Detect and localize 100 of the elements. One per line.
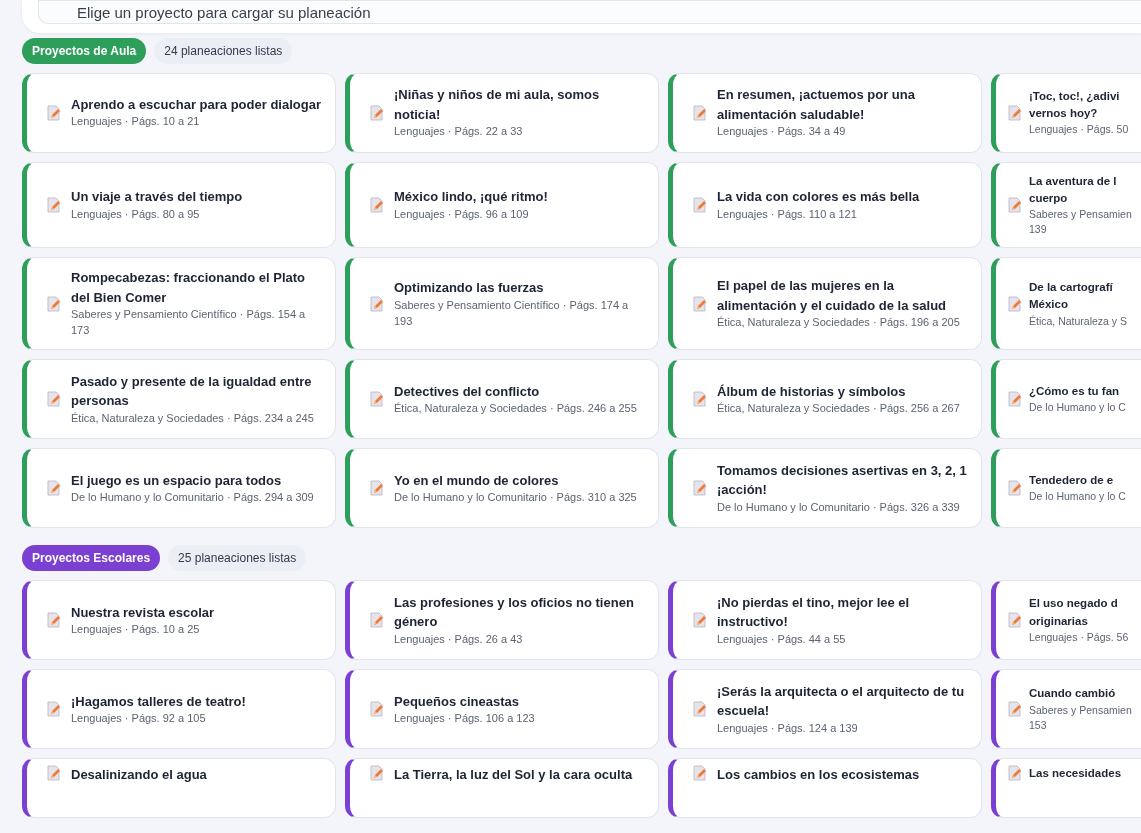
document-pencil-icon (1008, 480, 1022, 497)
card-title: Aprendo a escuchar para poder dialogar (71, 95, 321, 114)
card-title: Las profesiones y los oficios no tienen género (394, 593, 635, 632)
document-pencil-icon (1008, 701, 1022, 718)
card-subtitle: Lenguajes · Págs. 80 a 95 (71, 206, 201, 222)
card-subtitle: Ética, Naturaleza y S (1029, 313, 1128, 329)
project-card[interactable]: Un viaje a través del tiempo Lenguajes · Págs. 80 a 95 (22, 161, 336, 249)
card-subtitle: Lenguajes · Págs. 10 a 25 (71, 622, 201, 638)
card-subtitle: Saberes y Pensamien 153 (1029, 702, 1132, 733)
document-pencil-icon (47, 701, 61, 718)
card-subtitle: De lo Humano y lo Comunitario · Págs. 294 a 309 (71, 490, 314, 506)
project-card[interactable]: Pasado y presente de la igualdad entre personas Ética, Naturaleza y Sociedades · Págs. 234 a 245 (22, 359, 336, 440)
card-title: Tendedero de e (1029, 473, 1115, 489)
card-title: ¿Cómo es tu fan (1029, 384, 1121, 400)
document-pencil-icon (693, 104, 707, 121)
card-title: Pequeños cineastas (394, 692, 520, 711)
card-title: ¡Niñas y niños de mi aula, somos noticia! (394, 86, 601, 124)
card-title: México lindo, ¡qué ritmo! (394, 188, 548, 207)
document-pencil-icon (1008, 104, 1022, 121)
document-pencil-icon (693, 765, 707, 782)
project-card[interactable]: La vida con colores es más bella Lenguajes · Págs. 110 a 121 (668, 161, 982, 249)
card-subtitle: Lenguajes · Págs. 44 a 55 (717, 631, 847, 647)
card-title: La Tierra, la luz del Sol y la cara oculta (394, 766, 633, 785)
count-badge: 25 planeaciones listas (168, 545, 307, 572)
card-subtitle: De lo Humano y lo Comunitario · Págs. 310 a 325 (394, 490, 637, 506)
project-card[interactable]: En resumen, ¡actuemos por una alimentación saludable! Lenguajes · Págs. 34 a 49 (668, 72, 982, 153)
card-subtitle: Lenguajes · Págs. 92 a 105 (71, 711, 207, 727)
card-title: En resumen, ¡actuemos por una alimentación saludable! (717, 86, 916, 124)
project-card[interactable]: El uso negado d originarias Lenguajes · Págs. 56 (991, 580, 1141, 661)
project-card[interactable]: Pequeños cineastas Lenguajes · Págs. 106 a 123 (345, 669, 659, 750)
section-badge: Proyectos Escolares (22, 545, 161, 572)
card-subtitle: Ética, Naturaleza y Sociedades · Págs. 256 a 267 (717, 401, 960, 417)
card-title: ¡Toc, toc!, ¿adivi vernos hoy? (1029, 88, 1121, 121)
document-pencil-icon (1008, 765, 1022, 782)
card-title: Un viaje a través del tiempo (71, 188, 243, 207)
project-card[interactable]: Detectives del conflicto Ética, Naturaleza y Sociedades · Págs. 246 a 255 (345, 359, 659, 440)
project-card[interactable]: El papel de las mujeres en la alimentación y el cuidado de la salud Ética, Naturaleza y Sociedades · Págs. 196 a 205 (668, 257, 982, 351)
card-subtitle: De lo Humano y lo C (1029, 400, 1126, 416)
document-pencil-icon (1008, 391, 1022, 408)
card-title: El uso negado d originarias (1029, 596, 1119, 629)
project-card[interactable]: La Tierra, la luz del Sol y la cara oculta (345, 758, 659, 819)
project-card[interactable]: Rompecabezas: fraccionando el Plato del Bien Comer Saberes y Pensamiento Científico · Págs. 154 a 173 (22, 257, 336, 351)
project-card[interactable]: De la cartografí México Ética, Naturaleza y S (991, 257, 1141, 351)
document-pencil-icon (1008, 295, 1022, 312)
project-card[interactable]: ¡Toc, toc!, ¿adivi vernos hoy? Lenguajes · Págs. 50 (991, 72, 1141, 153)
document-pencil-icon (47, 765, 61, 782)
project-card[interactable]: México lindo, ¡qué ritmo! Lenguajes · Págs. 96 a 109 (345, 161, 659, 249)
project-card[interactable]: Optimizando las fuerzas Saberes y Pensamiento Científico · Págs. 174 a 193 (345, 257, 659, 351)
project-card[interactable]: Nuestra revista escolar Lenguajes · Págs. 10 a 25 (22, 580, 336, 661)
card-subtitle: De lo Humano y lo C (1029, 489, 1126, 505)
card-title: Tomamos decisiones asertivas en 3, 2, 1 ¡acción! (717, 461, 967, 500)
card-subtitle: Lenguajes · Págs. 96 a 109 (394, 206, 530, 222)
project-card[interactable]: La aventura de l cuerpo Saberes y Pensamien 139 (991, 161, 1141, 249)
card-subtitle: Saberes y Pensamiento Científico · Págs. 154 a 173 (71, 307, 307, 339)
card-title: Álbum de historias y símbolos (717, 382, 907, 401)
card-title: Las necesidades (1029, 766, 1122, 782)
project-card[interactable]: El juego es un espacio para todos De lo Humano y lo Comunitario · Págs. 294 a 309 (22, 448, 336, 529)
document-pencil-icon (693, 196, 707, 213)
project-select-field[interactable]: Elige un proyecto para cargar su planeación (38, 0, 1141, 24)
project-card[interactable]: ¿Cómo es tu fan De lo Humano y lo C (991, 359, 1141, 440)
document-pencil-icon (693, 295, 707, 312)
card-title: Rompecabezas: fraccionando el Plato del Bien Comer (71, 269, 307, 307)
card-subtitle: Saberes y Pensamiento Científico · Págs. 174 a 193 (394, 297, 630, 329)
card-subtitle: Lenguajes · Págs. 10 a 21 (71, 114, 201, 130)
project-card[interactable]: Las profesiones y los oficios no tienen género Lenguajes · Págs. 26 a 43 (345, 580, 659, 661)
project-card[interactable]: Tendedero de e De lo Humano y lo C (991, 448, 1141, 529)
document-pencil-icon (693, 612, 707, 629)
document-pencil-icon (370, 612, 384, 629)
card-subtitle: Lenguajes · Págs. 56 (1029, 629, 1129, 645)
document-pencil-icon (370, 480, 384, 497)
project-card[interactable]: Álbum de historias y símbolos Ética, Naturaleza y Sociedades · Págs. 256 a 267 (668, 359, 982, 440)
document-pencil-icon (693, 701, 707, 718)
document-pencil-icon (1008, 612, 1022, 629)
project-card[interactable]: ¡Hagamos talleres de teatro! Lenguajes · Págs. 92 a 105 (22, 669, 336, 750)
project-card[interactable]: Los cambios en los ecosistemas (668, 758, 982, 819)
card-title: Optimizando las fuerzas (394, 279, 545, 298)
card-title: El juego es un espacio para todos (71, 471, 283, 490)
card-subtitle: Ética, Naturaleza y Sociedades · Págs. 234 a 245 (71, 410, 315, 426)
card-subtitle: Lenguajes · Págs. 22 a 33 (394, 124, 524, 140)
project-card[interactable]: Cuando cambió Saberes y Pensamien 153 (991, 669, 1141, 750)
card-title: El papel de las mujeres en la alimentación y el cuidado de la salud (717, 277, 947, 315)
card-subtitle: Lenguajes · Págs. 50 (1029, 122, 1129, 138)
project-card[interactable]: ¡Niñas y niños de mi aula, somos noticia! Lenguajes · Págs. 22 a 33 (345, 72, 659, 153)
document-pencil-icon (47, 480, 61, 497)
project-card[interactable]: Aprendo a escuchar para poder dialogar Lenguajes · Págs. 10 a 21 (22, 72, 336, 153)
project-card[interactable]: Tomamos decisiones asertivas en 3, 2, 1 ¡acción! De lo Humano y lo Comunitario · Págs. 326 a 339 (668, 448, 982, 529)
card-subtitle: Ética, Naturaleza y Sociedades · Págs. 196 a 205 (717, 315, 961, 331)
project-card[interactable]: ¡No pierdas el tino, mejor lee el instructivo! Lenguajes · Págs. 44 a 55 (668, 580, 982, 661)
card-title: La aventura de l cuerpo (1029, 173, 1118, 206)
document-pencil-icon (47, 196, 61, 213)
card-subtitle: Ética, Naturaleza y Sociedades · Págs. 246 a 255 (394, 401, 637, 417)
card-title: Cuando cambió (1029, 686, 1117, 702)
project-card[interactable]: Yo en el mundo de colores De lo Humano y lo Comunitario · Págs. 310 a 325 (345, 448, 659, 529)
card-title: Desalinizando el agua (71, 766, 207, 785)
document-pencil-icon (1008, 196, 1022, 213)
project-card[interactable]: Desalinizando el agua (22, 758, 336, 819)
card-title: Pasado y presente de la igualdad entre personas (71, 372, 313, 411)
card-title: ¡No pierdas el tino, mejor lee el instructivo! (717, 593, 911, 632)
project-card[interactable]: ¡Serás la arquitecta o el arquitecto de tu escuela! Lenguajes · Págs. 124 a 139 (668, 669, 982, 750)
project-card[interactable]: Las necesidades (991, 758, 1141, 819)
